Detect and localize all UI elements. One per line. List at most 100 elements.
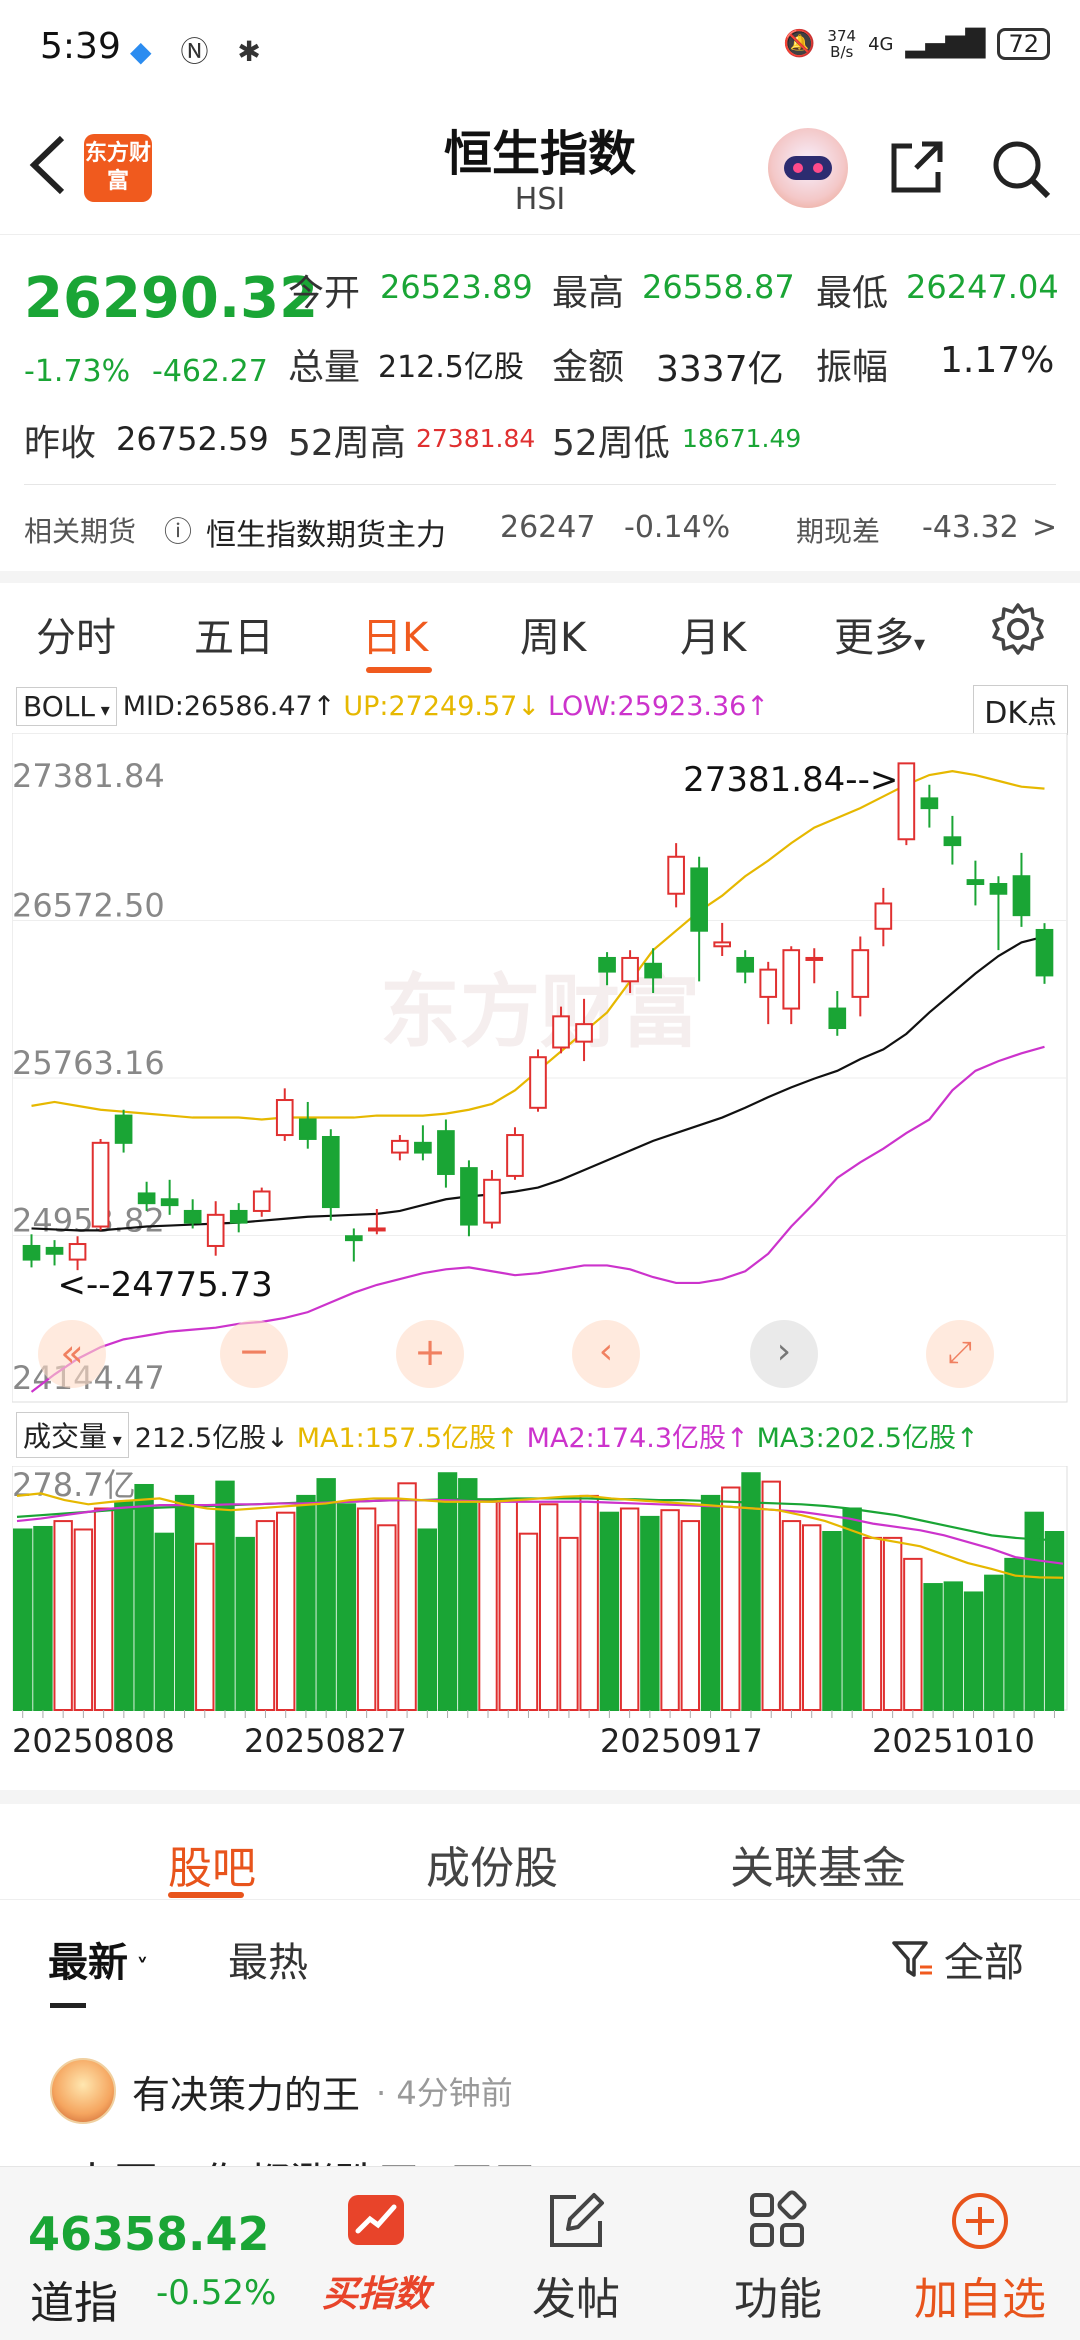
post-header[interactable]: 有决策力的王 · 4分钟前 xyxy=(50,2058,513,2124)
network-label: 4G xyxy=(868,33,894,55)
rewind-icon[interactable]: « xyxy=(38,1320,106,1388)
candle-body xyxy=(160,1198,179,1207)
boll-selector[interactable]: BOLL ▾ xyxy=(16,686,117,726)
volume-value: 212.5亿股 xyxy=(378,350,524,385)
tab-more[interactable]: 更多▾ xyxy=(834,605,925,663)
header: 东方财富 恒生指数 HSI xyxy=(0,100,1080,235)
post-button[interactable]: 发帖 xyxy=(496,2177,656,2327)
volume-bar xyxy=(842,1507,862,1712)
boll-up: UP:27249.57↓ xyxy=(343,690,540,722)
scroll-left-icon[interactable]: ‹ xyxy=(572,1320,640,1388)
low-label: 最低 xyxy=(816,273,889,314)
avatar[interactable] xyxy=(50,2058,116,2124)
volume-bar xyxy=(761,1480,781,1712)
volume-bar xyxy=(377,1524,397,1712)
shield-icon: ◆ xyxy=(130,35,162,68)
tab-daily-k[interactable]: 日K xyxy=(362,605,428,663)
volume-bar xyxy=(700,1494,721,1711)
volume-bar xyxy=(215,1480,235,1712)
futures-name[interactable]: 恒生指数期货主力 xyxy=(206,510,446,554)
basis-value: -43.32 xyxy=(922,510,1019,545)
candle-body xyxy=(344,1235,363,1242)
chevron-right-icon[interactable]: > xyxy=(1032,510,1057,545)
candle-body xyxy=(414,1141,432,1154)
candle-body xyxy=(782,949,801,1010)
tab-minute[interactable]: 分时 xyxy=(36,605,116,663)
boll-row: BOLL ▾ MID:26586.47↑ UP:27249.57↓ LOW:25… xyxy=(0,681,1080,735)
app-root: 5:39 ◆ Ⓝ ✱ 🔕 374 B/s 4G ▂▄▆█ 72 东方财富 恒生指… xyxy=(0,0,1080,2340)
open-label: 今开 xyxy=(288,273,361,314)
volume-bar xyxy=(336,1503,357,1712)
volume-chart[interactable]: 278.7亿 20250808 20250827 20250917 20251010 xyxy=(12,1466,1068,1756)
tab-guba[interactable]: 股吧 xyxy=(168,1832,256,1896)
dow-value[interactable]: 46358.42 xyxy=(28,2207,270,2261)
fullscreen-icon[interactable]: ⤢ xyxy=(926,1320,994,1388)
basis-label: 期现差 xyxy=(796,515,881,548)
volume-bar xyxy=(963,1591,984,1711)
search-icon[interactable] xyxy=(990,138,1052,200)
tab-constituents[interactable]: 成份股 xyxy=(426,1832,558,1896)
assistant-robot-icon[interactable] xyxy=(768,128,848,208)
function-button[interactable]: 功能 xyxy=(698,2177,858,2327)
signal-icon: ▂▄▆█ xyxy=(905,29,986,59)
volume-bar xyxy=(417,1528,438,1711)
tab-five-day[interactable]: 五日 xyxy=(194,605,274,663)
post-username[interactable]: 有决策力的王 xyxy=(132,2064,360,2119)
volume-bar xyxy=(458,1478,478,1711)
candle-body xyxy=(91,1141,110,1228)
boll-mid: MID:26586.47↑ xyxy=(122,690,336,722)
volume-bar xyxy=(498,1499,518,1711)
volume-bar xyxy=(154,1532,175,1711)
net-speed: 374 B/s xyxy=(827,27,857,61)
status-time: 5:39 xyxy=(40,26,121,67)
add-watchlist-button[interactable]: 加自选 xyxy=(900,2177,1060,2327)
sort-latest[interactable]: 最新 ˅ xyxy=(48,1930,148,1988)
last-price: 26290.32 xyxy=(24,266,319,331)
scroll-right-icon[interactable]: › xyxy=(750,1320,818,1388)
candlestick-chart[interactable]: 27381.8426572.5025763.1624953.8224144.47… xyxy=(12,733,1068,1403)
volume-ma2: MA2:174.3亿股↑ xyxy=(526,1422,749,1454)
tab-monthly-k[interactable]: 月K xyxy=(680,605,746,663)
volume-selector[interactable]: 成交量 ▾ xyxy=(16,1412,129,1458)
volume-bar xyxy=(93,1507,114,1712)
candle-body xyxy=(137,1192,156,1205)
buy-index-button[interactable]: 买指数 xyxy=(296,2177,456,2317)
share-icon[interactable] xyxy=(886,138,946,198)
dow-change: -0.52% xyxy=(156,2273,277,2313)
volume-bar xyxy=(296,1494,316,1711)
amplitude-value: 1.17% xyxy=(940,340,1055,381)
volume-bar xyxy=(134,1483,154,1711)
mute-icon: 🔕 xyxy=(783,29,816,59)
candle-body xyxy=(644,962,662,979)
volume-bar xyxy=(539,1503,559,1712)
dow-name[interactable]: 道指 xyxy=(30,2267,118,2331)
volume-bar xyxy=(53,1520,73,1711)
tab-related-funds[interactable]: 关联基金 xyxy=(730,1832,906,1896)
volume-bar xyxy=(73,1528,94,1711)
volume-bar xyxy=(174,1494,195,1711)
help-icon[interactable]: ⓘ xyxy=(164,510,192,550)
volume-bar xyxy=(13,1528,33,1711)
volume-bar xyxy=(579,1494,599,1711)
candle-body xyxy=(851,949,870,998)
volume-bar xyxy=(781,1520,802,1711)
sort-hottest[interactable]: 最热 xyxy=(228,1930,308,1988)
dk-point-button[interactable]: DK点 xyxy=(973,685,1068,735)
y-tick-label: 24953.82 xyxy=(12,1201,165,1239)
tab-weekly-k[interactable]: 周K xyxy=(520,605,586,663)
candle-body xyxy=(298,1118,317,1140)
candle-body xyxy=(598,956,616,973)
zoom-out-icon[interactable]: − xyxy=(220,1320,288,1388)
volume-bar xyxy=(1044,1531,1065,1711)
candle-body xyxy=(506,1134,524,1177)
gear-icon[interactable] xyxy=(990,601,1046,657)
candle-body xyxy=(460,1167,478,1226)
dropdown-arrow-icon: ▾ xyxy=(94,699,110,721)
zoom-in-icon[interactable]: + xyxy=(396,1320,464,1388)
candle-body xyxy=(229,1209,248,1224)
filter-button[interactable]: 全部 xyxy=(890,1930,1024,1988)
volume-bar xyxy=(822,1531,842,1711)
dropdown-arrow-icon: ▾ xyxy=(914,632,926,657)
volume-bar xyxy=(923,1583,943,1711)
volume-bar xyxy=(882,1536,903,1711)
